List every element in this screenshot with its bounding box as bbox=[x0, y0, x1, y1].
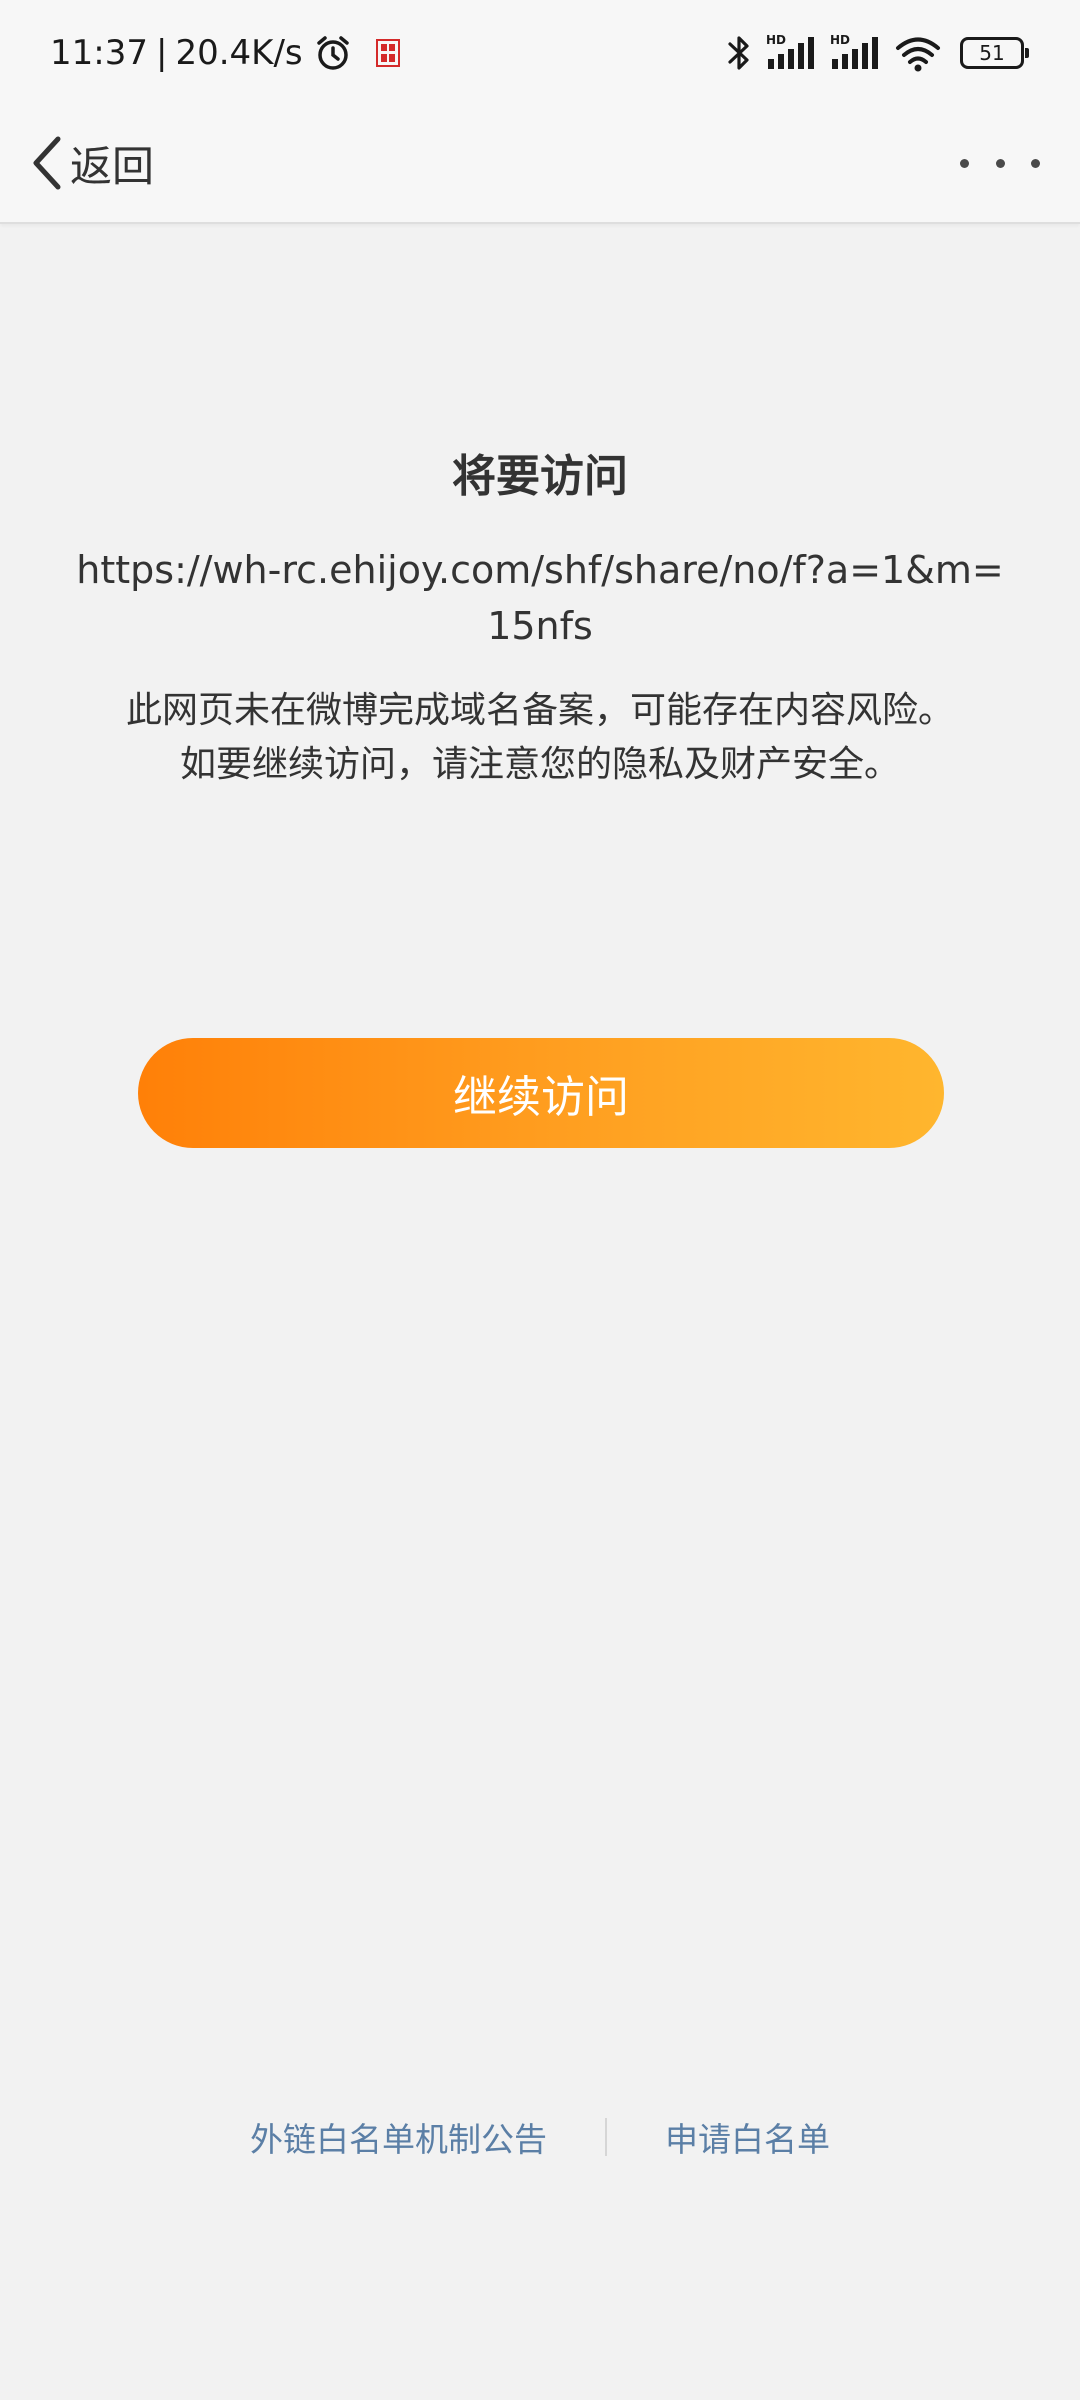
status-time: 11:37 bbox=[50, 33, 148, 73]
footer-links: 外链白名单机制公告 申请白名单 bbox=[0, 2112, 1080, 2162]
wifi-icon bbox=[894, 33, 942, 73]
red-stamp-icon bbox=[375, 38, 401, 68]
continue-visit-button[interactable]: 继续访问 bbox=[138, 1038, 944, 1148]
signal-badge-2: HD bbox=[830, 33, 850, 47]
apply-whitelist-link[interactable]: 申请白名单 bbox=[665, 2113, 830, 2161]
status-separator: | bbox=[155, 33, 168, 73]
warning-line-2: 如要继续访问，请注意您的隐私及财产安全。 bbox=[179, 744, 900, 785]
page-title: 将要访问 bbox=[452, 451, 628, 502]
battery-icon: 51 bbox=[960, 37, 1029, 69]
more-dot bbox=[995, 158, 1005, 168]
more-dots-icon[interactable] bbox=[960, 138, 1040, 188]
network-speed: 20.4K/s bbox=[175, 33, 303, 73]
nav-bar: 返回 bbox=[0, 104, 1080, 224]
signal-hd-icon: HD bbox=[766, 33, 816, 73]
back-button[interactable]: 返回 bbox=[30, 132, 154, 194]
chevron-left-icon bbox=[30, 135, 64, 191]
back-label: 返回 bbox=[70, 141, 155, 191]
battery-level: 51 bbox=[979, 41, 1005, 65]
alarm-icon bbox=[313, 33, 353, 73]
warning-line-1: 此网页未在微博完成域名备案，可能存在内容风险。 bbox=[125, 690, 954, 731]
more-dot bbox=[1031, 158, 1040, 168]
status-bar: 11:37 | 20.4K/s HD HD 51 bbox=[0, 0, 1080, 104]
status-right: HD HD 51 bbox=[726, 28, 1029, 78]
warning-text: 此网页未在微博完成域名备案，可能存在内容风险。 如要继续访问，请注意您的隐私及财… bbox=[70, 684, 1010, 792]
status-left: 11:37 | 20.4K/s bbox=[50, 28, 401, 78]
signal-hd-icon: HD bbox=[830, 33, 880, 73]
target-url: https://wh-rc.ehijoy.com/shf/share/no/f?… bbox=[76, 548, 1004, 648]
bluetooth-icon bbox=[726, 33, 752, 73]
footer-divider bbox=[605, 2118, 607, 2156]
whitelist-notice-link[interactable]: 外链白名单机制公告 bbox=[250, 2113, 547, 2161]
more-dot bbox=[960, 158, 969, 168]
signal-badge-1: HD bbox=[766, 33, 786, 47]
